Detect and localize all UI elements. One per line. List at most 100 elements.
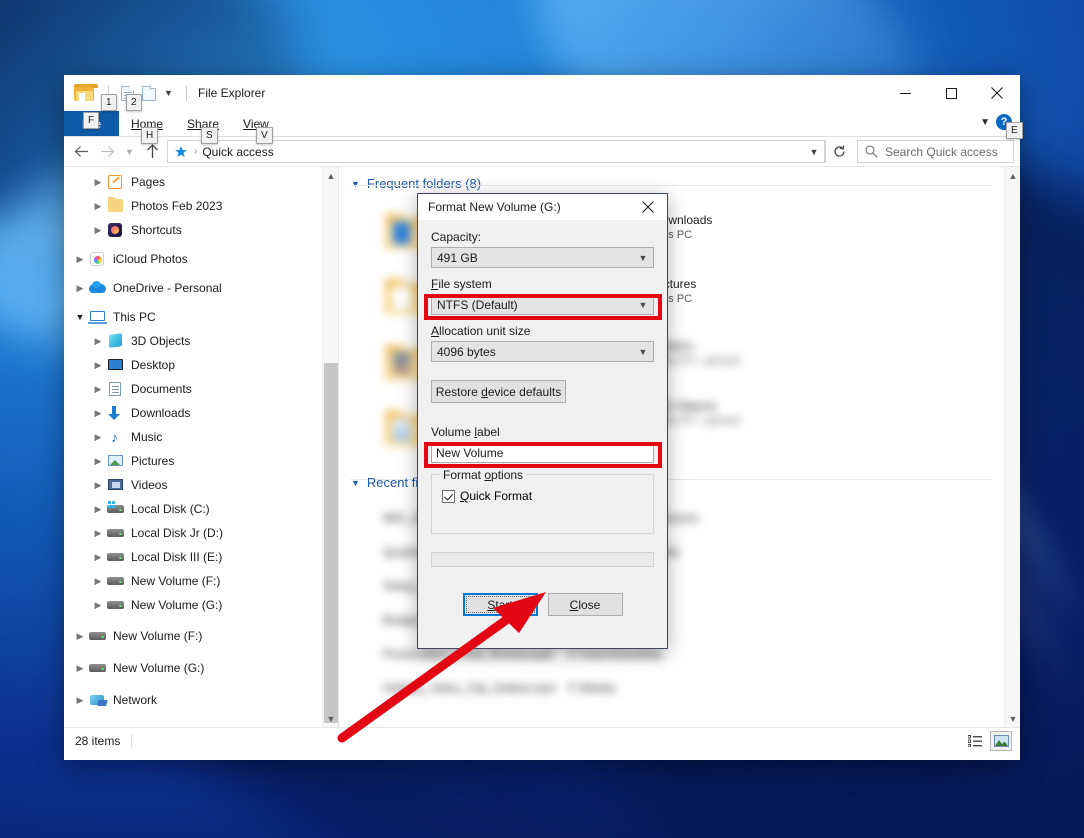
sidebar-item-downloads[interactable]: ▶ Downloads [64, 401, 338, 425]
restore-device-defaults-button[interactable]: Restore device defaults [431, 380, 566, 403]
sidebar-item-label: New Volume (F:) [131, 574, 221, 588]
chevron-down-icon[interactable]: ▼ [351, 478, 360, 488]
chevron-right-icon[interactable]: ▶ [90, 552, 106, 563]
sidebar-item-3d-objects[interactable]: ▶ 3D Objects [64, 329, 338, 353]
close-button[interactable] [974, 75, 1020, 111]
sidebar-item-new-volume-f[interactable]: ▶ New Volume (F:) [64, 624, 338, 648]
qat-customize-chevron-down-icon[interactable]: ▼ [160, 83, 177, 103]
capacity-combo[interactable]: 491 GB ▼ [431, 247, 654, 268]
chevron-down-icon[interactable]: ▼ [633, 300, 653, 310]
address-dropdown-chevron-down-icon[interactable]: ▼ [804, 147, 824, 157]
chevron-right-icon[interactable]: ▶ [90, 225, 106, 236]
sidebar-item-icloud-photos[interactable]: ▶ iCloud Photos [64, 247, 338, 271]
tile-blurred-5[interactable]: Videos This PC • pinned [657, 339, 807, 367]
details-view-button[interactable] [964, 731, 986, 751]
capacity-label: Capacity: [431, 230, 482, 244]
close-icon [642, 201, 654, 213]
sidebar-item-this-pc[interactable]: ▼ This PC [64, 305, 338, 329]
quick-format-row[interactable]: Quick Format [442, 489, 643, 503]
sidebar-item-local-disk-jr-d[interactable]: ▶ Local Disk Jr (D:) [64, 521, 338, 545]
sidebar-item-music[interactable]: ▶ ♪ Music [64, 425, 338, 449]
sidebar-item-desktop[interactable]: ▶ Desktop [64, 353, 338, 377]
chevron-right-icon[interactable]: ▶ [90, 177, 106, 188]
allocation-combo[interactable]: 4096 bytes ▼ [431, 341, 654, 362]
back-button[interactable] [68, 139, 94, 165]
chevron-right-icon[interactable]: ▶ [90, 504, 106, 515]
dialog-close-button[interactable] [629, 194, 667, 220]
keytip-help: E [1006, 122, 1023, 139]
sidebar-item-documents[interactable]: ▶ Documents [64, 377, 338, 401]
chevron-right-icon[interactable]: ▶ [72, 695, 88, 706]
dialog-body: Capacity: 491 GB ▼ File system NTFS (Def… [418, 220, 667, 616]
chevron-right-icon[interactable]: ▶ [72, 663, 88, 674]
sidebar-item-photos-feb-2023[interactable]: ▶ Photos Feb 2023 [64, 194, 338, 218]
sidebar-item-pictures[interactable]: ▶ Pictures [64, 449, 338, 473]
chevron-down-icon[interactable]: ▼ [633, 347, 653, 357]
scroll-down-arrow-icon[interactable]: ▼ [1005, 710, 1020, 727]
scroll-up-arrow-icon[interactable]: ▲ [1005, 167, 1020, 184]
chevron-right-icon[interactable]: ▶ [90, 408, 106, 419]
recent-locations-chevron-down-icon[interactable]: ▼ [120, 139, 139, 165]
chevron-right-icon[interactable]: ▶ [90, 576, 106, 587]
scroll-up-arrow-icon[interactable]: ▲ [323, 167, 338, 184]
chevron-right-icon[interactable]: ▶ [90, 456, 106, 467]
refresh-button[interactable] [825, 140, 853, 163]
chevron-right-icon[interactable]: ▶ [90, 480, 106, 491]
search-input[interactable]: Search Quick access [857, 140, 1014, 163]
sidebar-item-new-volume-g[interactable]: ▶ New Volume (G:) [64, 656, 338, 680]
sidebar-item-label: Local Disk (C:) [131, 502, 210, 516]
chevron-right-icon[interactable]: ▶ [90, 384, 106, 395]
chevron-right-icon[interactable]: ▶ [90, 360, 106, 371]
sidebar-item-shortcuts[interactable]: ▶ Shortcuts [64, 218, 338, 242]
sidebar-item-label: Desktop [131, 358, 176, 372]
sidebar-item-label: OneDrive - Personal [113, 281, 222, 295]
chevron-down-icon[interactable]: ▼ [72, 312, 88, 322]
forward-button[interactable] [94, 139, 120, 165]
sidebar-item-label: Downloads [131, 406, 191, 420]
videos-icon [106, 477, 126, 493]
new-folder-icon [142, 85, 156, 101]
annotation-arrow [337, 592, 546, 743]
onedrive-icon [88, 280, 108, 296]
quick-format-checkbox[interactable] [442, 489, 455, 503]
volume-label-field[interactable]: New Volume [431, 442, 654, 463]
sidebar-item-new-volume-g-child[interactable]: ▶ New Volume (G:) [64, 593, 338, 617]
chevron-right-icon[interactable]: ▶ [90, 528, 106, 539]
drive-icon [88, 660, 108, 676]
chevron-right-icon[interactable]: ▶ [90, 201, 106, 212]
chevron-down-icon[interactable]: ▼ [351, 179, 360, 189]
sidebar-item-label: New Volume (G:) [131, 598, 223, 612]
minimize-button[interactable] [882, 75, 928, 111]
tile-blurred-6[interactable]: 3D Objects This PC • pinned [657, 399, 817, 427]
sidebar-item-onedrive-personal[interactable]: ▶ OneDrive - Personal [64, 276, 338, 300]
chevron-right-icon[interactable]: ▶ [72, 631, 88, 642]
dialog-title: Format New Volume (G:) [428, 200, 561, 214]
sidebar-item-pages[interactable]: ▶ Pages [64, 170, 338, 194]
breadcrumb-separator: › [194, 146, 198, 157]
format-options-group: Format options Quick Format [431, 468, 654, 534]
ribbon-expand-chevron-down-icon[interactable]: ▼ [980, 117, 990, 128]
chevron-right-icon[interactable]: ▶ [90, 432, 106, 443]
sidebar-item-label: Pictures [131, 454, 175, 468]
group-header-frequent-folders[interactable]: ▼ Frequent folders (8) [351, 176, 1020, 191]
maximize-button[interactable] [928, 75, 974, 111]
chevron-right-icon[interactable]: ▶ [90, 336, 106, 347]
keytip-tab-home: H [141, 127, 159, 144]
drive-icon [88, 628, 108, 644]
this-pc-icon [88, 309, 108, 325]
sidebar-item-local-disk-c[interactable]: ▶ Local Disk (C:) [64, 497, 338, 521]
sidebar-item-local-disk-iii-e[interactable]: ▶ Local Disk III (E:) [64, 545, 338, 569]
sidebar-item-label: 3D Objects [131, 334, 191, 348]
group-rule-top [351, 185, 992, 186]
chevron-right-icon[interactable]: ▶ [72, 283, 88, 294]
sidebar-item-videos[interactable]: ▶ Videos [64, 473, 338, 497]
content-pane-scrollbar[interactable]: ▲ ▼ [1004, 167, 1020, 727]
group-header-label: Frequent folders (8) [366, 176, 482, 191]
large-icons-view-button[interactable] [990, 731, 1012, 751]
chevron-down-icon[interactable]: ▼ [633, 253, 653, 263]
chevron-right-icon[interactable]: ▶ [72, 254, 88, 265]
sidebar-item-new-volume-f-child[interactable]: ▶ New Volume (F:) [64, 569, 338, 593]
chevron-right-icon[interactable]: ▶ [90, 600, 106, 611]
sidebar-item-network[interactable]: ▶ Network [64, 688, 338, 712]
filesystem-combo[interactable]: NTFS (Default) ▼ [431, 294, 654, 315]
